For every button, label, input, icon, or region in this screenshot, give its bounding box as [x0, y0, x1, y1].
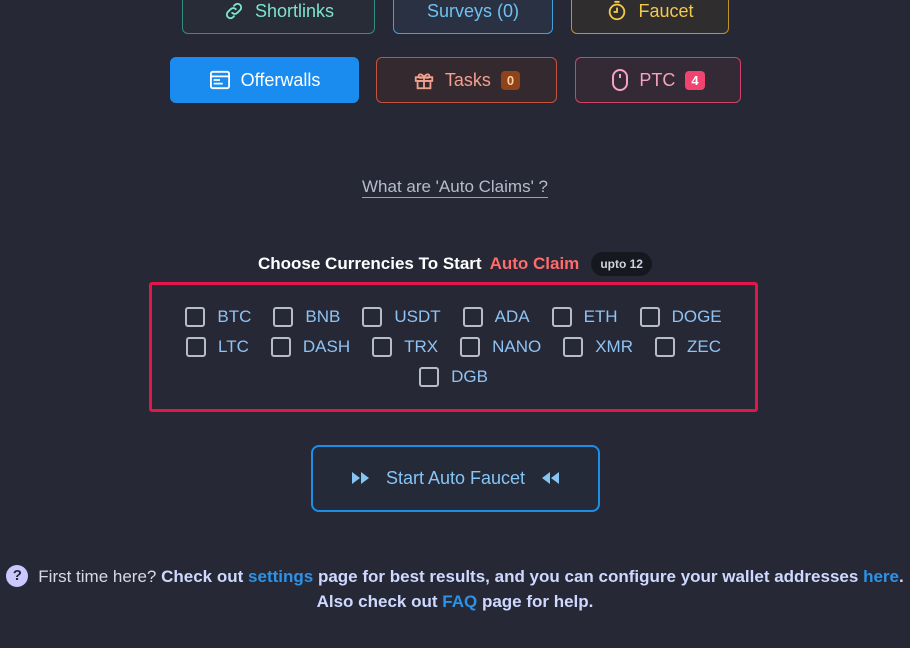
tasks-count-badge: 0	[500, 70, 521, 90]
here-link[interactable]: here	[863, 567, 899, 586]
faucet-button[interactable]: Faucet	[571, 0, 729, 34]
ltc-checkbox[interactable]	[186, 337, 206, 357]
ptc-button[interactable]: PTC 4	[575, 57, 741, 103]
doge-checkbox[interactable]	[639, 307, 660, 327]
currency-option-zec[interactable]: ZEC	[655, 337, 721, 357]
gift-icon	[413, 69, 435, 91]
offerwalls-button[interactable]: Offerwalls	[170, 57, 359, 103]
currency-option-trx[interactable]: TRX	[372, 337, 438, 357]
zec-checkbox[interactable]	[655, 337, 675, 357]
shortlinks-button[interactable]: Shortlinks	[182, 0, 375, 34]
xmr-checkbox[interactable]	[563, 337, 584, 357]
footer-text-1: First time here?	[38, 567, 157, 586]
choose-currencies-heading: Choose Currencies To Start Auto Claim up…	[0, 252, 910, 276]
currency-option-bnb[interactable]: BNB	[273, 307, 340, 327]
currency-option-ada[interactable]: ADA	[462, 307, 530, 327]
nano-checkbox[interactable]	[460, 337, 481, 357]
currency-option-doge[interactable]: DOGE	[639, 307, 722, 327]
currency-row-2: LTC DASH TRX NANO XMR ZEC	[152, 337, 755, 357]
offerwalls-label: Offerwalls	[240, 69, 321, 90]
dgb-checkbox[interactable]	[419, 367, 440, 387]
currency-label: XMR	[595, 337, 633, 356]
start-auto-faucet-label: Start Auto Faucet	[385, 468, 526, 488]
currency-label: USDT	[394, 307, 441, 326]
currency-option-btc[interactable]: BTC	[185, 307, 251, 327]
upto-badge: upto 12	[591, 252, 652, 276]
currency-selection-box: BTC BNB USDT ADA ETH DOGE LTC DASH TRX N…	[149, 282, 758, 412]
mouse-icon	[611, 68, 629, 92]
what-are-auto-claims-row: What are 'Auto Claims' ?	[0, 177, 910, 198]
what-are-auto-claims-link[interactable]: What are 'Auto Claims' ?	[361, 177, 548, 198]
currency-row-1: BTC BNB USDT ADA ETH DOGE	[152, 307, 755, 327]
browser-window-icon	[209, 70, 231, 90]
footer-text-5: page for help.	[481, 592, 594, 611]
dash-checkbox[interactable]	[270, 337, 291, 357]
currency-option-dash[interactable]: DASH	[270, 337, 351, 357]
currency-label: ADA	[494, 307, 530, 326]
footer-text-2: Check out	[161, 567, 244, 586]
fast-forward-icon	[351, 468, 370, 489]
currency-option-usdt[interactable]: USDT	[362, 307, 441, 327]
trx-checkbox[interactable]	[372, 337, 393, 357]
start-auto-faucet-button[interactable]: Start Auto Faucet	[311, 445, 600, 512]
settings-link[interactable]: settings	[248, 567, 313, 586]
usdt-checkbox[interactable]	[362, 307, 383, 327]
currency-label: DASH	[302, 337, 351, 356]
rewind-icon	[541, 468, 560, 489]
ada-checkbox[interactable]	[462, 307, 483, 327]
shortlinks-label: Shortlinks	[254, 0, 335, 21]
link-icon	[223, 0, 245, 22]
currency-label: LTC	[218, 337, 249, 356]
choose-accent: Auto Claim	[489, 254, 580, 273]
ptc-label: PTC	[639, 69, 676, 90]
currency-label: BNB	[305, 307, 341, 326]
footer-text-3: page for best results, and you can confi…	[317, 567, 859, 586]
currency-label: DOGE	[671, 307, 722, 326]
currency-label: TRX	[404, 337, 439, 356]
currency-option-xmr[interactable]: XMR	[563, 337, 633, 357]
ptc-count-badge: 4	[685, 70, 705, 90]
currency-label: DGB	[451, 367, 488, 386]
currency-option-dgb[interactable]: DGB	[419, 367, 488, 387]
currency-label: NANO	[492, 337, 542, 356]
tasks-label: Tasks	[444, 69, 491, 90]
currency-label: ZEC	[687, 337, 721, 356]
question-icon: ?	[6, 564, 29, 587]
faq-link[interactable]: FAQ	[442, 592, 477, 611]
bnb-checkbox[interactable]	[273, 307, 294, 327]
tasks-button[interactable]: Tasks 0	[376, 57, 557, 103]
currency-option-nano[interactable]: NANO	[460, 337, 541, 357]
timer-icon	[606, 0, 628, 22]
surveys-label: Surveys (0)	[426, 0, 520, 21]
currency-row-3: DGB	[152, 367, 755, 387]
footer-help-text: ? First time here? Check out settings pag…	[0, 564, 910, 614]
currency-label: BTC	[217, 307, 252, 326]
currency-option-ltc[interactable]: LTC	[186, 337, 249, 357]
btc-checkbox[interactable]	[185, 307, 206, 327]
currency-label: ETH	[583, 307, 618, 326]
currency-option-eth[interactable]: ETH	[551, 307, 618, 327]
choose-prefix: Choose Currencies To Start	[258, 254, 482, 273]
surveys-button[interactable]: Surveys (0)	[393, 0, 553, 34]
eth-checkbox[interactable]	[551, 307, 572, 327]
faucet-label: Faucet	[638, 0, 694, 21]
